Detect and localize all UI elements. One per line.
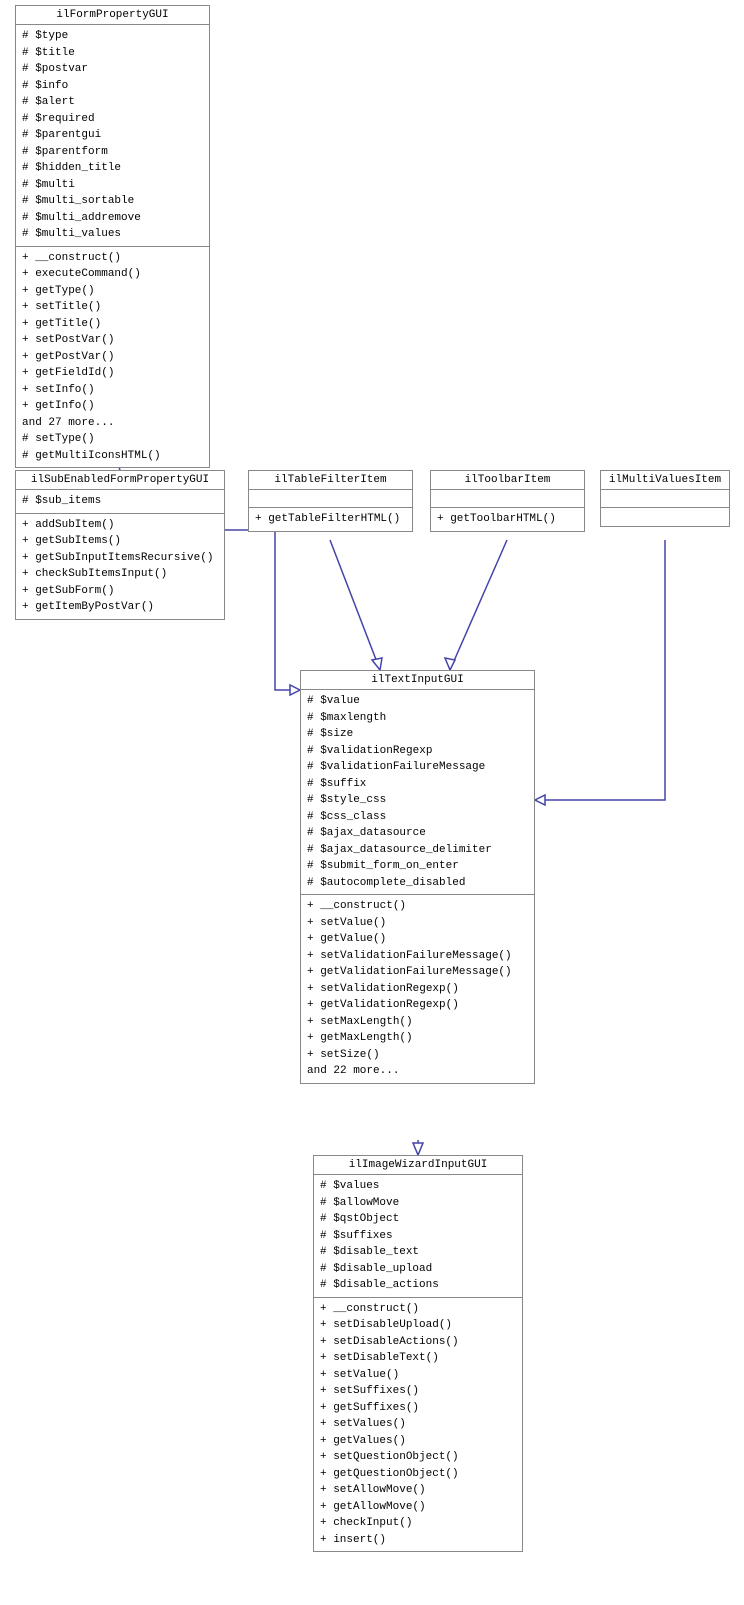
il-multi-values-item-methods xyxy=(601,508,729,526)
il-multi-values-item-title: ilMultiValuesItem xyxy=(601,471,729,490)
il-multi-values-item-fields xyxy=(601,490,729,508)
il-table-filter-item-box: ilTableFilterItem + getTableFilterHTML() xyxy=(248,470,413,532)
il-image-wizard-methods: + __construct() + setDisableUpload() + s… xyxy=(314,1298,522,1552)
il-sub-enabled-form-property-gui-title: ilSubEnabledFormPropertyGUI xyxy=(16,471,224,490)
il-toolbar-item-fields xyxy=(431,490,584,508)
il-form-property-gui-fields: # $type # $title # $postvar # $info # $a… xyxy=(16,25,209,247)
il-sub-enabled-methods: + addSubItem() + getSubItems() + getSubI… xyxy=(16,514,224,619)
il-toolbar-item-title: ilToolbarItem xyxy=(431,471,584,490)
il-image-wizard-input-gui-box: ilImageWizardInputGUI # $values # $allow… xyxy=(313,1155,523,1552)
il-form-property-gui-methods: + __construct() + executeCommand() + get… xyxy=(16,247,209,468)
il-table-filter-item-methods: + getTableFilterHTML() xyxy=(249,508,412,531)
il-form-property-gui-box: ilFormPropertyGUI # $type # $title # $po… xyxy=(15,5,210,468)
il-text-input-gui-fields: # $value # $maxlength # $size # $validat… xyxy=(301,690,534,895)
diagram-container: ilFormPropertyGUI # $type # $title # $po… xyxy=(0,0,744,1605)
il-sub-enabled-fields: # $sub_items xyxy=(16,490,224,514)
il-table-filter-item-title: ilTableFilterItem xyxy=(249,471,412,490)
il-text-input-gui-methods: + __construct() + setValue() + getValue(… xyxy=(301,895,534,1083)
il-text-input-gui-box: ilTextInputGUI # $value # $maxlength # $… xyxy=(300,670,535,1084)
il-multi-values-item-box: ilMultiValuesItem xyxy=(600,470,730,527)
il-toolbar-item-box: ilToolbarItem + getToolbarHTML() xyxy=(430,470,585,532)
il-form-property-gui-title: ilFormPropertyGUI xyxy=(16,6,209,25)
il-text-input-gui-title: ilTextInputGUI xyxy=(301,671,534,690)
il-sub-enabled-form-property-gui-box: ilSubEnabledFormPropertyGUI # $sub_items… xyxy=(15,470,225,620)
il-image-wizard-fields: # $values # $allowMove # $qstObject # $s… xyxy=(314,1175,522,1298)
il-table-filter-item-fields xyxy=(249,490,412,508)
il-toolbar-item-methods: + getToolbarHTML() xyxy=(431,508,584,531)
il-image-wizard-input-gui-title: ilImageWizardInputGUI xyxy=(314,1156,522,1175)
